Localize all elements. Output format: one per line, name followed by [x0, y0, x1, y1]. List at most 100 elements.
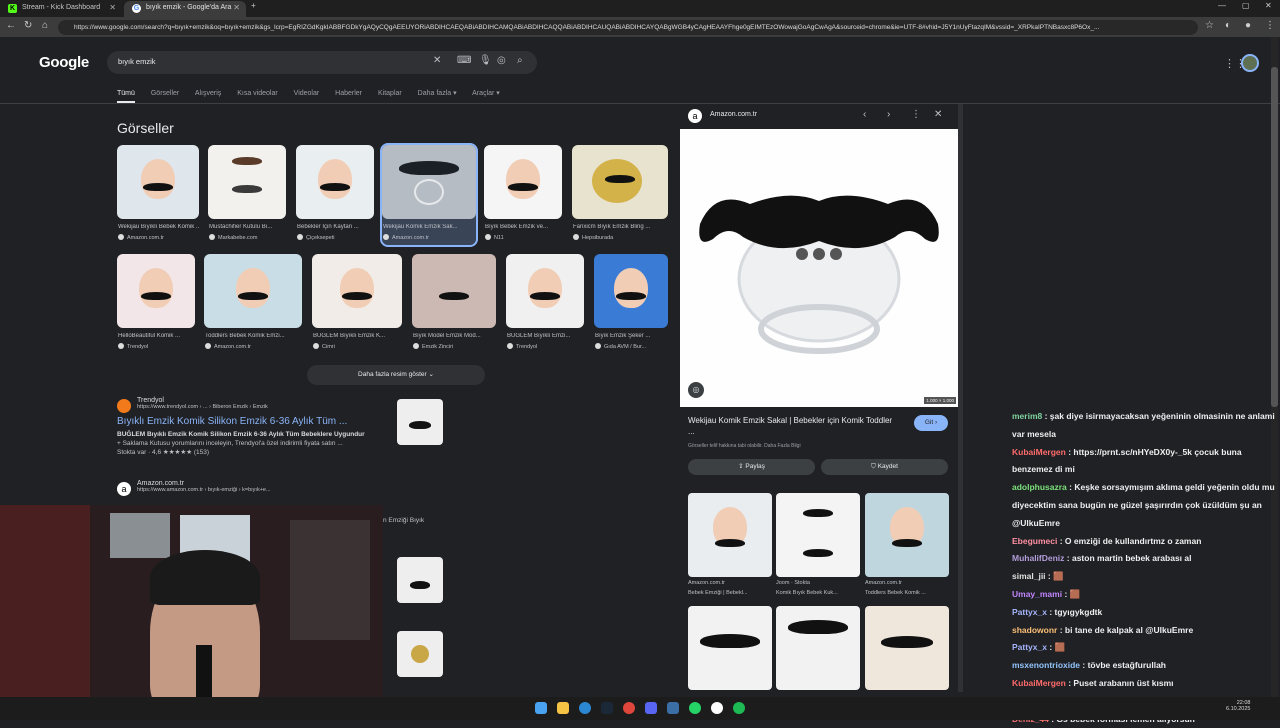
- chat-username[interactable]: Ebegumeci: [1012, 536, 1057, 546]
- tab-books[interactable]: Kitaplar: [378, 90, 402, 97]
- related-image[interactable]: [865, 493, 949, 577]
- more-images-button[interactable]: Daha fazla resim göster ⌄: [307, 365, 485, 385]
- result-thumbnail[interactable]: [397, 557, 443, 603]
- chat-username[interactable]: msxenontrioxide: [1012, 660, 1080, 670]
- tab-more[interactable]: Daha fazla ▾: [418, 90, 457, 97]
- tab-short-videos[interactable]: Kısa videolar: [237, 90, 277, 97]
- chat-text: : şak diye isirmayacaksan yeğeninin olma…: [1012, 411, 1275, 439]
- chrome-menu-icon[interactable]: ⋮: [1265, 20, 1275, 31]
- result-thumbnail[interactable]: [397, 399, 443, 445]
- extensions-icon[interactable]: ◐: [1225, 20, 1231, 31]
- account-avatar[interactable]: [1241, 54, 1259, 72]
- chat-username[interactable]: KubaiMergen: [1012, 678, 1066, 688]
- close-tab-icon[interactable]: ✕: [233, 1, 240, 15]
- image-result[interactable]: Bebekler İçin Kaytan ... Çiçeksepeti: [296, 145, 374, 245]
- previous-icon[interactable]: ‹: [863, 109, 866, 120]
- tab-shopping[interactable]: Alışveriş: [195, 90, 221, 97]
- image-result[interactable]: Fanxicm Bıyık Emzik Bling ... Hepsiburad…: [572, 145, 668, 245]
- tab-images[interactable]: Görseller: [151, 90, 179, 97]
- image-result[interactable]: Mustachifier Kutulu Bı... Markabebe.com: [208, 145, 286, 245]
- chrome-icon[interactable]: [711, 702, 723, 714]
- image-result[interactable]: HelloBeautiful Komik ... Trendyol: [117, 254, 195, 354]
- address-bar[interactable]: https://www.google.com/search?q=bıyık+em…: [58, 20, 1198, 35]
- save-button[interactable]: ⛉ Kaydet: [821, 459, 948, 475]
- image-result[interactable]: BUĞLEM Bıyıklı Emzik K... Cimri: [312, 254, 402, 354]
- profile-avatar-icon[interactable]: ●: [1245, 20, 1251, 31]
- back-icon[interactable]: ←: [6, 20, 16, 31]
- clock-date[interactable]: 6.10.2025: [1226, 706, 1250, 712]
- image-dimensions: 1.000 × 1.000: [924, 397, 956, 404]
- amazon-favicon: a: [688, 109, 702, 123]
- close-tab-icon[interactable]: ✕: [109, 1, 116, 15]
- share-button[interactable]: ⇪ Paylaş: [688, 459, 815, 475]
- keyboard-icon[interactable]: ⌨: [457, 55, 471, 66]
- lens-icon[interactable]: ◎: [497, 55, 506, 66]
- chat-username[interactable]: Pattyx_x: [1012, 607, 1047, 617]
- tab-all[interactable]: Tümü: [117, 90, 135, 103]
- chat-username[interactable]: Umay_mami: [1012, 589, 1062, 599]
- image-result-selected[interactable]: Wekijau Komik Emzik Sak... Amazon.com.tr: [380, 143, 478, 247]
- bookmark-star-icon[interactable]: ☆: [1205, 20, 1214, 31]
- related-image[interactable]: [865, 606, 949, 690]
- related-image[interactable]: [688, 493, 772, 577]
- image-result[interactable]: Wekijau Bıyıklı Bebek Komik ... Amazon.c…: [117, 145, 199, 245]
- image-result[interactable]: Bıyık Bebek Emzik ve... N11: [484, 145, 562, 245]
- chat-username[interactable]: adolphusazra: [1012, 482, 1067, 492]
- minimize-icon[interactable]: —: [1218, 1, 1226, 10]
- chat-username[interactable]: KubaiMergen: [1012, 447, 1066, 457]
- chat-message: shadowonr : bi tane de kalpak al @UlkuEm…: [1012, 622, 1280, 640]
- header-divider: [0, 103, 1280, 104]
- chat-username[interactable]: Pattyx_x: [1012, 642, 1047, 652]
- steam-icon[interactable]: [601, 702, 613, 714]
- image-result[interactable]: BUĞLEM Bıyıklı Emzi... Trendyol: [506, 254, 584, 354]
- tab-videos[interactable]: Videolar: [294, 90, 320, 97]
- microphone-icon[interactable]: 🎙: [479, 55, 492, 66]
- edge-icon[interactable]: [579, 702, 591, 714]
- clear-search-icon[interactable]: ✕: [433, 55, 441, 66]
- chat-username[interactable]: merim8: [1012, 411, 1042, 421]
- panel-scrollbar[interactable]: [958, 104, 963, 692]
- chat-message: Umay_mami : 🟫: [1012, 586, 1280, 604]
- spotify-icon[interactable]: [733, 702, 745, 714]
- next-icon[interactable]: ›: [887, 109, 890, 120]
- related-image[interactable]: [776, 493, 860, 577]
- preview-source[interactable]: Amazon.com.tr: [710, 111, 757, 118]
- more-options-icon[interactable]: ⋮: [911, 109, 921, 120]
- close-window-icon[interactable]: ✕: [1265, 1, 1272, 10]
- search-input[interactable]: bıyık emzik: [118, 57, 156, 66]
- home-icon[interactable]: ⌂: [42, 20, 48, 31]
- app-icon[interactable]: [667, 702, 679, 714]
- reload-icon[interactable]: ↻: [24, 20, 32, 31]
- preview-image[interactable]: ◎ 1.000 × 1.000: [680, 129, 958, 407]
- chat-message: Ebegumeci : O emziği de kullandırtmz o z…: [1012, 533, 1280, 551]
- maximize-icon[interactable]: ▢: [1242, 1, 1250, 10]
- discord-icon[interactable]: [645, 702, 657, 714]
- result-title-link[interactable]: Bıyıklı Emzik Komik Silikon Emzik 6-36 A…: [117, 416, 397, 427]
- google-logo[interactable]: Google: [39, 54, 89, 71]
- related-image[interactable]: [688, 606, 772, 690]
- image-result[interactable]: Toddlers Bebek Komik Emzi... Amazon.com.…: [204, 254, 302, 354]
- tab-kick-dashboard[interactable]: K Stream - Kick Dashboard ✕: [0, 1, 122, 17]
- tab-news[interactable]: Haberler: [335, 90, 362, 97]
- start-icon[interactable]: [535, 702, 547, 714]
- tab-google-search[interactable]: G bıyık emzik - Google'da Ara ✕: [124, 1, 246, 17]
- obs-icon[interactable]: [623, 702, 635, 714]
- new-tab-icon[interactable]: +: [251, 1, 256, 10]
- related-image[interactable]: [776, 606, 860, 690]
- close-preview-icon[interactable]: ✕: [934, 109, 942, 120]
- chat-username[interactable]: shadowonr: [1012, 625, 1057, 635]
- image-result[interactable]: Bıyık Emzik Şeker ... Gıda AVM / Bur...: [594, 254, 668, 354]
- file-explorer-icon[interactable]: [557, 702, 569, 714]
- lens-search-icon[interactable]: ◎: [688, 382, 704, 398]
- search-icon[interactable]: ⌕: [517, 55, 523, 66]
- image-result[interactable]: Bıyık Model Emzik Mod... Emzik Zinciri: [412, 254, 496, 354]
- result-thumbnail[interactable]: [397, 631, 443, 677]
- preview-title[interactable]: Wekijau Komik Emzik Sakal | Bebekler içi…: [688, 415, 898, 437]
- visit-button[interactable]: Git ›: [914, 415, 948, 431]
- whatsapp-icon[interactable]: [689, 702, 701, 714]
- tab-tools[interactable]: Araçlar ▾: [472, 90, 500, 97]
- chat-username[interactable]: simal_jii: [1012, 571, 1046, 581]
- chat-username[interactable]: MuhalifDeniz: [1012, 553, 1064, 563]
- search-box[interactable]: bıyık emzik ✕ ⌨ 🎙 ◎ ⌕: [107, 51, 537, 74]
- tab-label: bıyık emzik - Google'da Ara: [146, 4, 232, 11]
